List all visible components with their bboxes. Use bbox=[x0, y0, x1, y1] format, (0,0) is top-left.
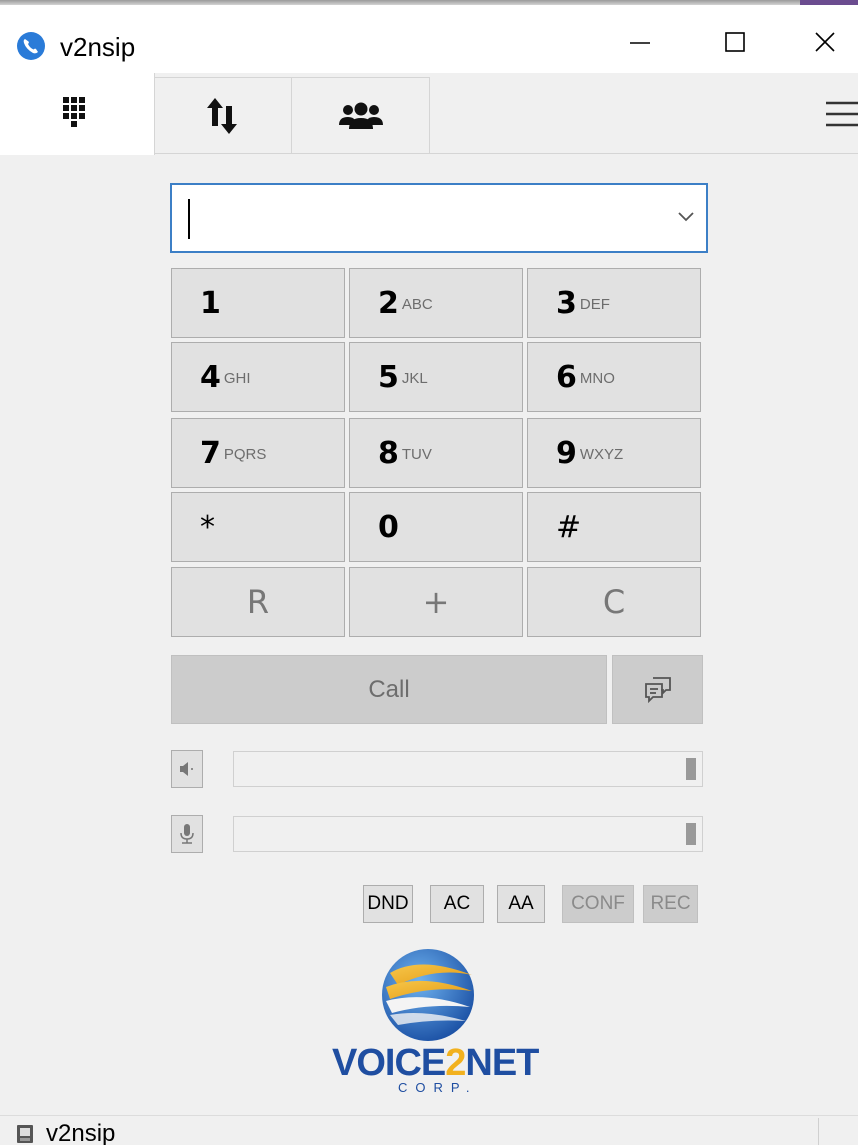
speaker-icon bbox=[180, 762, 193, 776]
key-9[interactable]: 9 WXYZ bbox=[527, 418, 701, 488]
auto-conference-toggle[interactable]: AC bbox=[430, 885, 484, 923]
key-6[interactable]: 6 MNO bbox=[527, 342, 701, 412]
key-5[interactable]: 5 JKL bbox=[349, 342, 523, 412]
voice2net-logo: VOICE2NET CORP. bbox=[332, 949, 540, 1095]
record-toggle[interactable]: REC bbox=[643, 885, 698, 923]
redial-button[interactable]: R bbox=[171, 567, 345, 637]
tab-contacts[interactable] bbox=[292, 77, 430, 154]
chevron-down-icon[interactable] bbox=[676, 209, 696, 223]
dial-number-combobox[interactable] bbox=[170, 183, 708, 253]
key-hash[interactable]: # bbox=[527, 492, 701, 562]
minimize-button[interactable] bbox=[610, 13, 670, 71]
chat-icon bbox=[644, 676, 671, 703]
close-button[interactable] bbox=[795, 13, 855, 71]
close-icon bbox=[815, 32, 835, 52]
logo-net: NET bbox=[465, 1042, 539, 1084]
dialpad-icon bbox=[63, 97, 85, 127]
key-8[interactable]: 8 TUV bbox=[349, 418, 523, 488]
message-button[interactable] bbox=[612, 655, 703, 724]
dnd-toggle[interactable]: DND bbox=[363, 885, 413, 923]
key-0[interactable]: 0 bbox=[349, 492, 523, 562]
tab-calls[interactable] bbox=[155, 77, 292, 154]
status-bar: v2nsip bbox=[0, 1115, 858, 1145]
mic-volume-slider[interactable] bbox=[233, 816, 703, 852]
key-3[interactable]: 3 DEF bbox=[527, 268, 701, 338]
key-1[interactable]: 1 bbox=[171, 268, 345, 338]
dial-number-input[interactable] bbox=[190, 195, 660, 241]
key-star[interactable]: * bbox=[171, 492, 345, 562]
speaker-volume-thumb[interactable] bbox=[686, 758, 696, 780]
window-title: v2nsip bbox=[60, 32, 136, 62]
phone-app-icon bbox=[17, 32, 45, 60]
title-bar[interactable]: v2nsip bbox=[0, 5, 858, 73]
speaker-mute-button[interactable] bbox=[171, 750, 203, 788]
logo-voice: VOICE bbox=[332, 1042, 445, 1084]
maximize-icon bbox=[725, 32, 745, 52]
maximize-button[interactable] bbox=[705, 13, 765, 71]
contacts-icon bbox=[338, 102, 383, 129]
mic-mute-button[interactable] bbox=[171, 815, 203, 853]
hamburger-menu-icon bbox=[826, 101, 858, 127]
key-7[interactable]: 7 PQRS bbox=[171, 418, 345, 488]
auto-answer-toggle[interactable]: AA bbox=[497, 885, 545, 923]
minimize-icon bbox=[630, 42, 650, 44]
plus-button[interactable]: + bbox=[349, 567, 523, 637]
key-2[interactable]: 2 ABC bbox=[349, 268, 523, 338]
text-caret bbox=[188, 199, 190, 239]
logo-corp: CORP. bbox=[398, 1080, 478, 1095]
microphone-icon bbox=[180, 824, 194, 844]
logo-two: 2 bbox=[445, 1042, 465, 1084]
clear-button[interactable]: C bbox=[527, 567, 701, 637]
menu-button[interactable] bbox=[822, 93, 858, 135]
conference-toggle[interactable]: CONF bbox=[562, 885, 634, 923]
tab-dialpad[interactable] bbox=[0, 73, 155, 155]
mic-volume-thumb[interactable] bbox=[686, 823, 696, 845]
phone-device-icon bbox=[17, 1125, 33, 1143]
svg-text:VOICE2NET: VOICE2NET bbox=[332, 1042, 539, 1084]
status-text: v2nsip bbox=[46, 1120, 116, 1145]
call-transfer-icon bbox=[207, 98, 237, 134]
speaker-volume-slider[interactable] bbox=[233, 751, 703, 787]
status-separator bbox=[818, 1118, 819, 1145]
call-button[interactable]: Call bbox=[171, 655, 607, 724]
key-4[interactable]: 4 GHI bbox=[171, 342, 345, 412]
tab-bar bbox=[0, 73, 858, 155]
